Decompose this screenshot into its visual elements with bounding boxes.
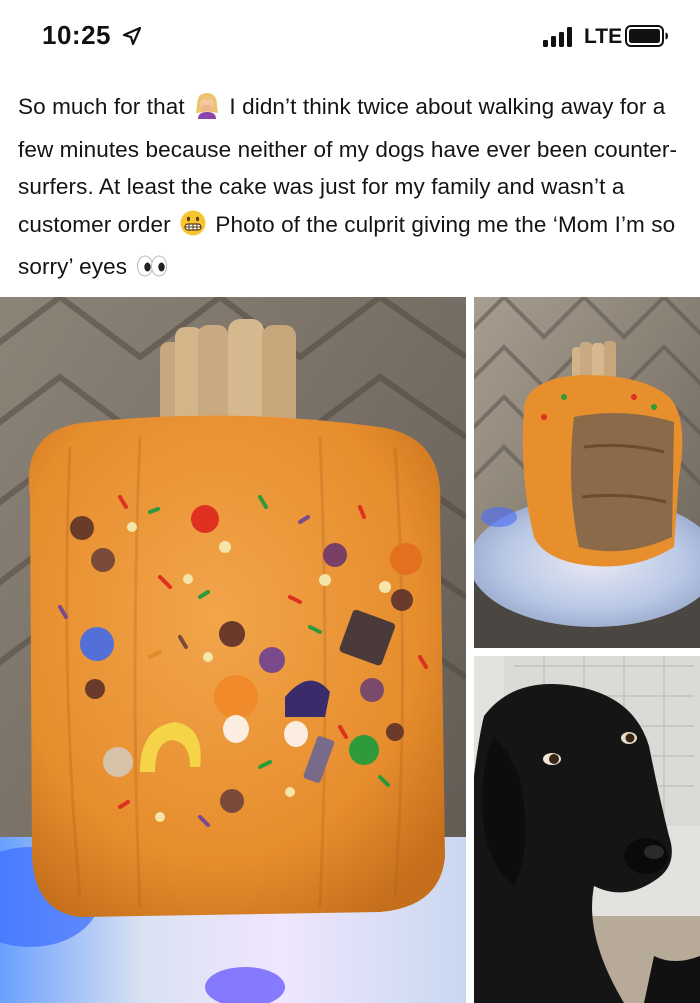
photo-pumpkin-cake-whole[interactable] xyxy=(0,297,466,1003)
grimacing-face-emoji-icon xyxy=(179,209,207,249)
eyes-emoji-icon xyxy=(135,253,169,291)
post-body-text: So much for that I didn’t think twice ab… xyxy=(18,88,688,291)
woman-facepalming-emoji-icon xyxy=(193,91,221,131)
photo-black-dog[interactable] xyxy=(474,656,700,1003)
status-bar: 10:25 LTE xyxy=(0,0,700,74)
signal-bars-icon xyxy=(543,27,577,52)
location-arrow-icon xyxy=(122,26,142,51)
post-text-segment-1: So much for that xyxy=(18,94,192,119)
network-type-label: LTE xyxy=(584,25,623,48)
battery-icon xyxy=(625,25,669,52)
clock-time: 10:25 xyxy=(42,20,111,50)
photo-pumpkin-cake-eaten[interactable] xyxy=(474,297,700,648)
